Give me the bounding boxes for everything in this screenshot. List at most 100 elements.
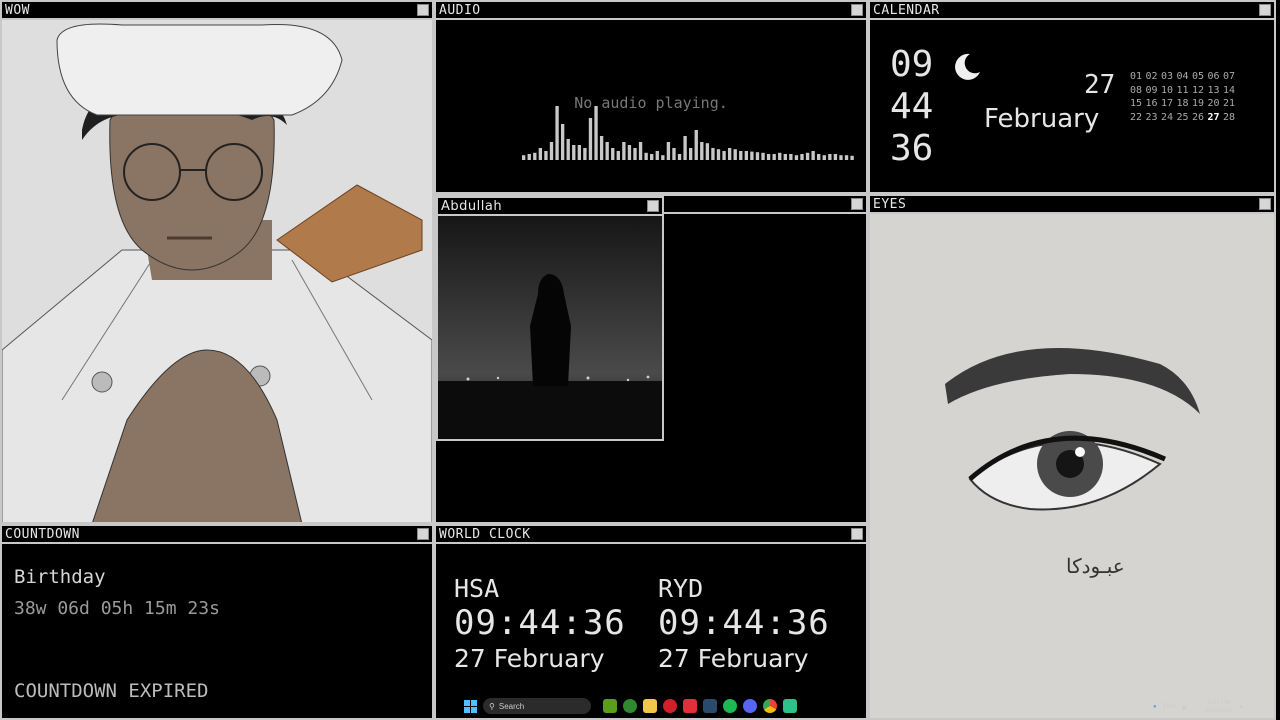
empty-close-button[interactable]: [851, 198, 863, 210]
worldclock-content: HSA 09:44:36 27 February RYD 09:44:36 27…: [436, 544, 866, 718]
windows-start-icon[interactable]: [464, 699, 477, 713]
calendar-date-cell[interactable]: 11: [1177, 84, 1193, 98]
audio-bar: [805, 152, 810, 160]
audio-bar: [705, 143, 710, 160]
language-indicator[interactable]: ENG: [1163, 704, 1176, 710]
calendar-date-cell[interactable]: 13: [1208, 84, 1224, 98]
app-red-icon[interactable]: [683, 699, 697, 713]
clock-second: 36: [890, 128, 934, 169]
audio-bar: [605, 142, 609, 160]
taskbar-search[interactable]: ⚲ Search: [483, 698, 591, 714]
calendar-date-cell[interactable]: 01: [1130, 70, 1146, 84]
calendar-date-cell[interactable]: 27: [1208, 111, 1224, 125]
calendar-date-cell[interactable]: 28: [1223, 111, 1239, 125]
worldclock-title: WORLD CLOCK: [439, 527, 531, 542]
audio-bar: [655, 151, 659, 160]
audio-bar: [722, 151, 726, 160]
audio-bar: [566, 139, 570, 160]
calendar-date-cell[interactable]: 22: [1130, 111, 1146, 125]
audio-bar: [627, 145, 632, 160]
audio-titlebar[interactable]: AUDIO: [436, 2, 866, 20]
calendar-date-cell[interactable]: 05: [1192, 70, 1208, 84]
calendar-close-button[interactable]: [1259, 4, 1271, 16]
calendar-date-cell[interactable]: 12: [1192, 84, 1208, 98]
tray-clock[interactable]: 9:44 PM 2/27/2026: [1205, 699, 1232, 715]
audio-bar: [783, 154, 787, 160]
calendar-date-cell[interactable]: 17: [1161, 97, 1177, 111]
calendar-date-cell[interactable]: 26: [1192, 111, 1208, 125]
eyes-title: EYES: [873, 197, 907, 212]
audio-bar: [778, 152, 782, 160]
audio-bar: [650, 154, 654, 160]
opera-icon[interactable]: [663, 699, 677, 713]
countdown-title: COUNTDOWN: [5, 527, 80, 542]
audio-bar: [583, 148, 587, 160]
calendar-date-cell[interactable]: 15: [1130, 97, 1146, 111]
network-icon[interactable]: ▣: [1182, 704, 1188, 711]
chevron-up-icon[interactable]: ⌃: [1142, 704, 1147, 711]
audio-bar: [694, 130, 698, 160]
calendar-date-cell[interactable]: 08: [1130, 84, 1146, 98]
audio-close-button[interactable]: [851, 4, 863, 16]
notification-icon[interactable]: ▲: [1238, 704, 1244, 710]
clock-time: 09:44:36: [658, 603, 830, 643]
bluetooth-icon[interactable]: ●: [1153, 704, 1157, 710]
countdown-close-button[interactable]: [417, 528, 429, 540]
app-green-icon[interactable]: [783, 699, 797, 713]
clock-city: HSA: [454, 574, 500, 603]
calendar-date-cell[interactable]: 20: [1208, 97, 1224, 111]
calendar-date-cell[interactable]: 10: [1161, 84, 1177, 98]
audio-bar: [555, 106, 559, 160]
audio-bar: [683, 136, 687, 160]
audio-bar: [611, 148, 615, 160]
calendar-date-cell[interactable]: 14: [1223, 84, 1239, 98]
worldclock-titlebar[interactable]: WORLD CLOCK: [436, 526, 866, 544]
calendar-date-cell[interactable]: 18: [1177, 97, 1193, 111]
wow-close-button[interactable]: [417, 4, 429, 16]
eyes-close-button[interactable]: [1259, 198, 1271, 210]
tray-time: 9:44 PM: [1207, 700, 1230, 706]
file-explorer-icon[interactable]: [643, 699, 657, 713]
nvidia-icon[interactable]: [603, 699, 617, 713]
calendar-date-cell[interactable]: 21: [1223, 97, 1239, 111]
audio-content: No audio playing.: [436, 20, 866, 192]
abdullah-titlebar[interactable]: Abdullah: [438, 198, 662, 216]
spotify-icon[interactable]: [723, 699, 737, 713]
calendar-date-cell[interactable]: 02: [1146, 70, 1162, 84]
audio-bar: [755, 152, 760, 160]
calendar-date-cell[interactable]: 24: [1161, 111, 1177, 125]
discord-icon[interactable]: [743, 699, 757, 713]
steam-icon[interactable]: [703, 699, 717, 713]
artist-signature: عبـودكا: [1066, 554, 1125, 578]
calendar-date-cell[interactable]: 03: [1161, 70, 1177, 84]
calendar-date-cell[interactable]: 16: [1146, 97, 1162, 111]
worldclock-close-button[interactable]: [851, 528, 863, 540]
calendar-date-cell[interactable]: 19: [1192, 97, 1208, 111]
calendar-date-cell[interactable]: 23: [1146, 111, 1162, 125]
audio-bar: [772, 154, 776, 160]
audio-bar: [716, 149, 721, 160]
calendar-date-cell[interactable]: 06: [1208, 70, 1224, 84]
audio-bar: [560, 124, 565, 160]
chef-portrait-image: [2, 20, 432, 522]
chrome-icon[interactable]: [763, 699, 777, 713]
calendar-titlebar[interactable]: CALENDAR: [870, 2, 1274, 20]
abdullah-close-button[interactable]: [647, 200, 659, 212]
volume-icon[interactable]: ♩: [1193, 704, 1199, 710]
wow-titlebar[interactable]: WOW: [2, 2, 432, 20]
wow-title: WOW: [5, 3, 30, 18]
audio-bar: [677, 154, 682, 160]
system-tray: ⌃ ● ENG ▣ ♩ 9:44 PM 2/27/2026 ▲: [1142, 698, 1244, 716]
eyes-titlebar[interactable]: EYES: [870, 196, 1274, 214]
eyes-panel: EYES عبـودكا: [868, 194, 1276, 720]
audio-bar: [800, 154, 804, 160]
calendar-date-cell[interactable]: 09: [1146, 84, 1162, 98]
countdown-titlebar[interactable]: COUNTDOWN: [2, 526, 432, 544]
calendar-date-cell[interactable]: 07: [1223, 70, 1239, 84]
calendar-date-cell[interactable]: 25: [1177, 111, 1193, 125]
audio-bar: [689, 148, 693, 160]
calendar-date-cell[interactable]: 04: [1177, 70, 1193, 84]
audio-bar: [817, 154, 821, 160]
xbox-icon[interactable]: [623, 699, 637, 713]
calendar-title: CALENDAR: [873, 3, 940, 18]
